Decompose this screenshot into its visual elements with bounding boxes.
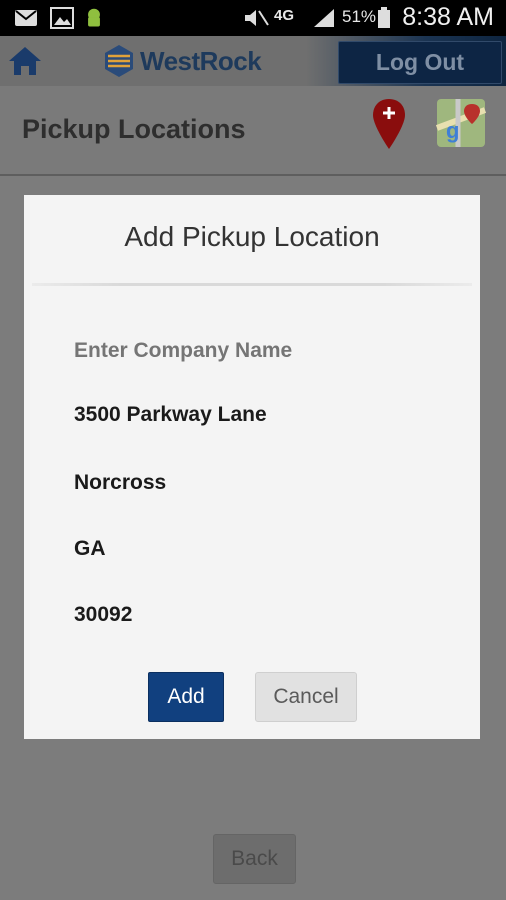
logout-button[interactable]: Log Out bbox=[338, 41, 502, 84]
home-icon[interactable] bbox=[8, 45, 42, 77]
westrock-logo-mark-icon bbox=[105, 45, 133, 77]
cancel-button[interactable]: Cancel bbox=[255, 672, 357, 722]
westrock-logo: WestRock bbox=[104, 42, 262, 80]
app-header: WestRock Log Out bbox=[0, 36, 506, 86]
svg-text:g: g bbox=[446, 118, 459, 143]
google-maps-icon[interactable]: g bbox=[436, 98, 486, 148]
clock: 8:38 AM bbox=[402, 3, 494, 31]
company-name-input[interactable] bbox=[74, 337, 434, 365]
battery-icon bbox=[378, 7, 390, 28]
add-location-pin-icon[interactable] bbox=[372, 98, 406, 150]
status-bar: 4G 51% 8:38 AM bbox=[0, 0, 506, 36]
back-button[interactable]: Back bbox=[213, 834, 296, 884]
signal-icon bbox=[314, 9, 334, 27]
city-field[interactable]: Norcross bbox=[74, 471, 434, 495]
network-indicator: 4G bbox=[274, 7, 295, 24]
battery-percent: 51% bbox=[342, 7, 377, 26]
page-title: Pickup Locations bbox=[22, 114, 246, 144]
page-title-bar: Pickup Locations g bbox=[0, 86, 506, 176]
add-button[interactable]: Add bbox=[148, 672, 224, 722]
add-pickup-location-dialog: Add Pickup Location 3500 Parkway Lane No… bbox=[24, 195, 480, 739]
dialog-divider bbox=[32, 283, 472, 286]
android-icon bbox=[88, 8, 100, 27]
image-icon bbox=[50, 7, 74, 29]
state-field[interactable]: GA bbox=[74, 537, 434, 561]
brand-name: WestRock bbox=[140, 45, 262, 76]
address-field[interactable]: 3500 Parkway Lane bbox=[74, 403, 434, 427]
message-icon bbox=[15, 10, 37, 26]
mute-icon bbox=[245, 10, 269, 26]
title-divider bbox=[0, 174, 506, 176]
dialog-title: Add Pickup Location bbox=[124, 221, 380, 252]
zip-field[interactable]: 30092 bbox=[74, 603, 434, 627]
